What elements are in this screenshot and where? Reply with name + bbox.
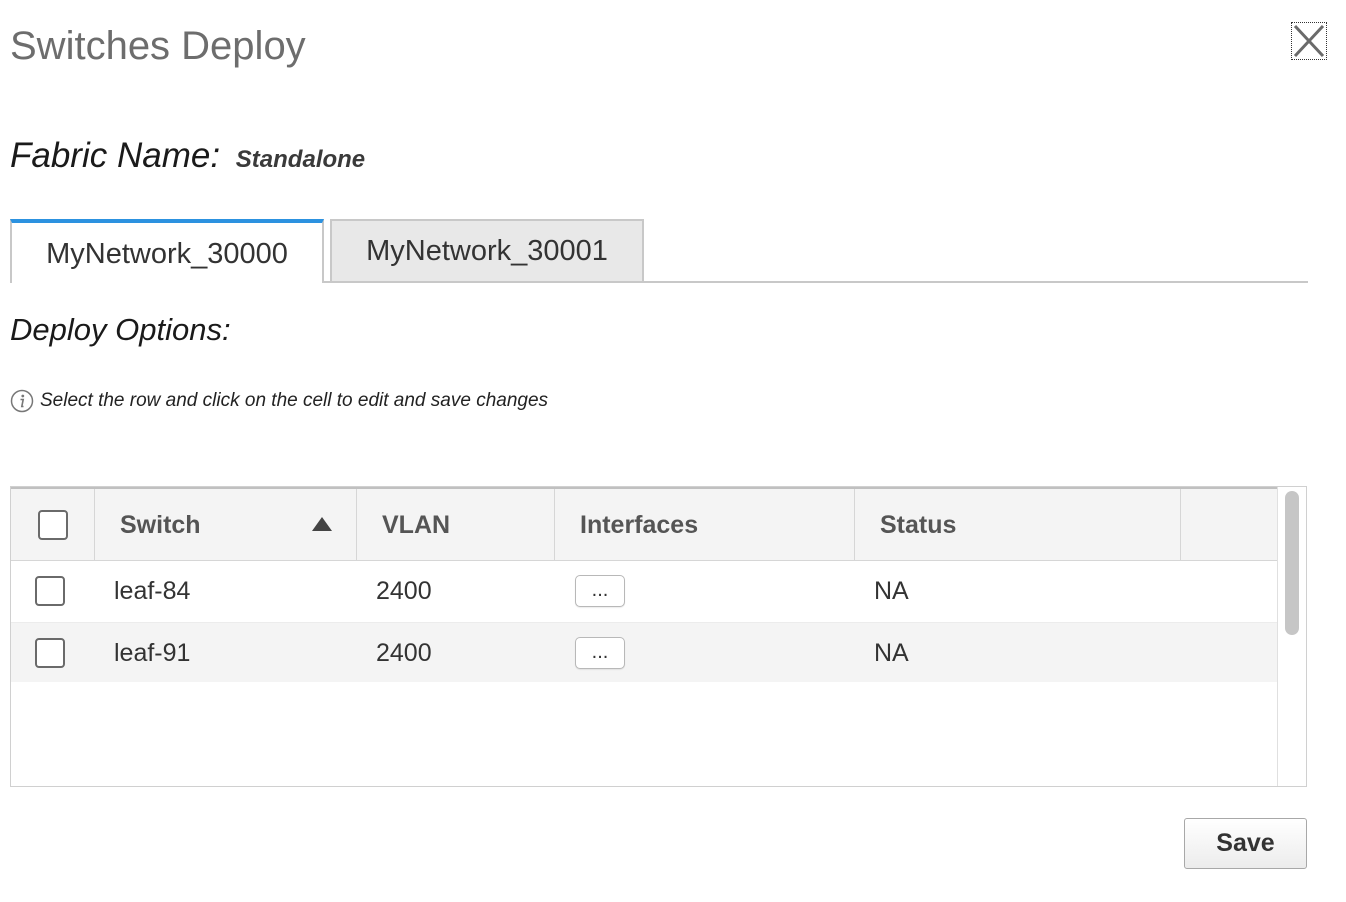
info-icon — [10, 389, 34, 413]
info-text: Select the row and click on the cell to … — [40, 390, 549, 411]
column-header-switch-label: Switch — [120, 510, 201, 539]
column-header-spacer — [1181, 489, 1277, 561]
row-checkbox-cell — [35, 561, 65, 621]
save-button[interactable]: Save — [1184, 818, 1307, 869]
fabric-name: Fabric Name: Standalone — [10, 136, 365, 176]
interfaces-cell: ... — [575, 623, 625, 683]
table-header: Switch VLAN Interfaces Status — [11, 487, 1277, 561]
info-message: Select the row and click on the cell to … — [10, 389, 548, 413]
close-icon — [1293, 24, 1325, 58]
row-checkbox-cell — [35, 623, 65, 683]
dialog-title: Switches Deploy — [10, 24, 306, 68]
column-header-status[interactable]: Status — [855, 489, 1181, 561]
column-header-switch[interactable]: Switch — [95, 489, 357, 561]
select-all-checkbox[interactable] — [37, 510, 68, 540]
switches-deploy-dialog: Switches Deploy Fabric Name: Standalone … — [0, 0, 1346, 902]
fabric-name-label: Fabric Name: — [10, 136, 221, 175]
table-scrollbar[interactable] — [1285, 491, 1299, 635]
status-cell: NA — [874, 638, 909, 667]
status-cell: NA — [874, 576, 909, 605]
tab-mynetwork-30000[interactable]: MyNetwork_30000 — [10, 219, 324, 283]
column-header-vlan[interactable]: VLAN — [357, 489, 555, 561]
fabric-name-value: Standalone — [235, 146, 366, 173]
interfaces-button[interactable]: ... — [575, 575, 625, 607]
table-row[interactable]: leaf-84 2400 ... NA — [11, 561, 1277, 621]
close-button[interactable] — [1291, 22, 1327, 60]
select-all-cell — [11, 489, 95, 561]
network-tabs: MyNetwork_30000 MyNetwork_30001 — [10, 219, 1308, 283]
sort-ascending-icon — [312, 517, 332, 531]
tab-mynetwork-30001[interactable]: MyNetwork_30001 — [330, 219, 644, 281]
interfaces-button[interactable]: ... — [575, 637, 625, 669]
vlan-cell[interactable]: 2400 — [376, 623, 432, 683]
switches-table: Switch VLAN Interfaces Status leaf-84 24… — [10, 486, 1307, 787]
switch-cell[interactable]: leaf-84 — [114, 561, 190, 621]
scroll-track-divider — [1277, 487, 1278, 786]
row-checkbox[interactable] — [35, 576, 65, 606]
table-row[interactable]: leaf-91 2400 ... NA — [11, 622, 1277, 682]
column-header-interfaces[interactable]: Interfaces — [555, 489, 855, 561]
row-checkbox[interactable] — [35, 638, 65, 668]
interfaces-cell: ... — [575, 561, 625, 621]
deploy-options-heading: Deploy Options: — [10, 312, 231, 347]
vlan-cell[interactable]: 2400 — [376, 561, 432, 621]
switch-cell[interactable]: leaf-91 — [114, 623, 190, 683]
